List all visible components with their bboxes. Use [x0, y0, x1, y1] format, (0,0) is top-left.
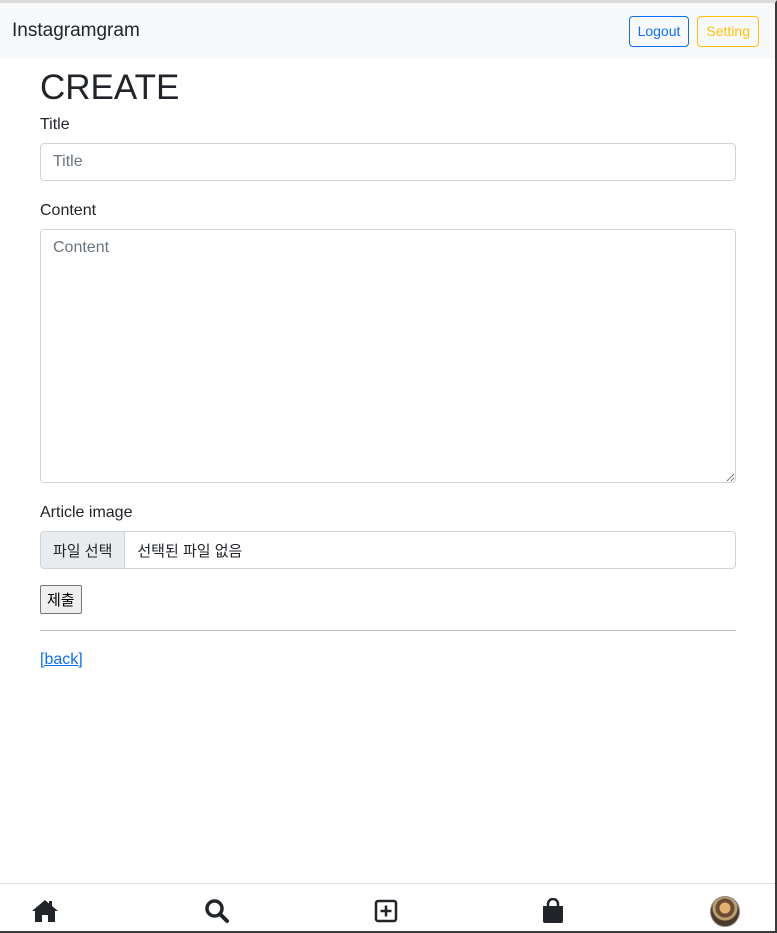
page-title: CREATE [40, 68, 180, 107]
logout-button[interactable]: Logout [628, 15, 690, 47]
home-icon[interactable] [30, 896, 60, 926]
main-content: CREATE Title Content Article image 파일 선택… [40, 67, 736, 669]
bottom-navbar [0, 883, 775, 931]
file-input[interactable]: 파일 선택 선택된 파일 없음 [40, 531, 736, 569]
file-select-button[interactable]: 파일 선택 [41, 532, 126, 568]
setting-button[interactable]: Setting [697, 15, 759, 47]
brand-logo[interactable]: Instagramgram [12, 20, 140, 42]
submit-button[interactable]: 제출 [40, 585, 82, 614]
file-status-text: 선택된 파일 없음 [137, 542, 243, 560]
title-group: Title [40, 115, 736, 181]
image-label: Article image [40, 504, 133, 521]
content-textarea[interactable] [40, 229, 736, 483]
back-link[interactable]: [back] [40, 651, 83, 668]
shopping-bag-icon[interactable] [538, 896, 568, 926]
image-group: Article image 파일 선택 선택된 파일 없음 [40, 503, 736, 569]
content-label: Content [40, 202, 97, 219]
divider [40, 630, 736, 631]
plus-square-icon[interactable] [371, 896, 401, 926]
navbar-actions: Logout Setting [628, 15, 759, 47]
avatar-nav-item[interactable] [710, 895, 740, 927]
title-input[interactable] [40, 143, 736, 181]
avatar [710, 895, 740, 927]
title-label: Title [40, 116, 70, 133]
top-navbar: Instagramgram Logout Setting [0, 3, 775, 59]
content-group: Content [40, 201, 736, 483]
search-icon[interactable] [202, 896, 232, 926]
